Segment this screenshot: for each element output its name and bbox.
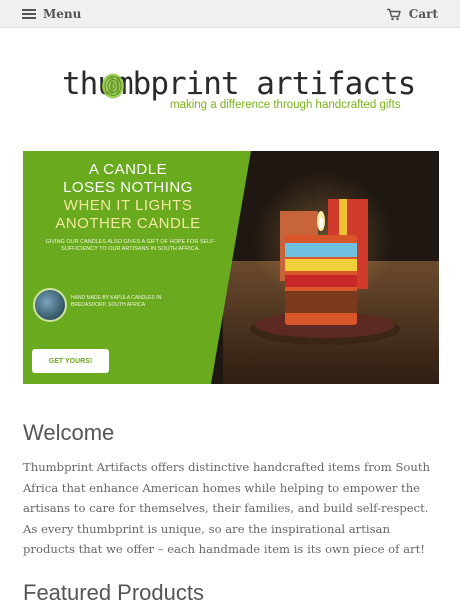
welcome-heading: Welcome <box>23 420 115 445</box>
top-bar: Menu Cart <box>0 0 460 28</box>
featured-products-heading: Featured Products <box>23 580 204 605</box>
site-logo[interactable]: thumbprint artifacts making a difference… <box>62 66 416 116</box>
menu-label: Menu <box>43 7 82 21</box>
banner-headline-2: LOSES NOTHING <box>63 179 193 196</box>
get-yours-button[interactable]: GET YOURS! <box>32 349 109 373</box>
welcome-text: Thumbprint Artifacts offers distinctive … <box>23 460 430 556</box>
logo-tagline: making a difference through handcrafted … <box>170 99 401 111</box>
menu-button[interactable]: Menu <box>22 5 81 23</box>
cart-label: Cart <box>408 7 438 21</box>
hero-banner[interactable]: A CANDLE LOSES NOTHING WHEN IT LIGHTS AN… <box>23 151 439 384</box>
cart-button[interactable]: Cart <box>386 5 438 23</box>
banner-headline-4: ANOTHER CANDLE <box>55 215 201 232</box>
hamburger-icon <box>22 8 36 20</box>
banner-made-by: HAND MADE BY KAPULA CANDLES IN BREDASDOR… <box>71 295 162 308</box>
banner-subtext: GIVING OUR CANDLES ALSO GIVES A GIFT OF … <box>45 239 216 252</box>
cart-icon <box>386 8 401 20</box>
artisan-avatar <box>33 288 67 322</box>
banner-headline-1: A CANDLE <box>88 161 168 178</box>
banner-headline-3: WHEN IT LIGHTS <box>63 197 193 214</box>
thumbprint-icon <box>102 73 124 99</box>
